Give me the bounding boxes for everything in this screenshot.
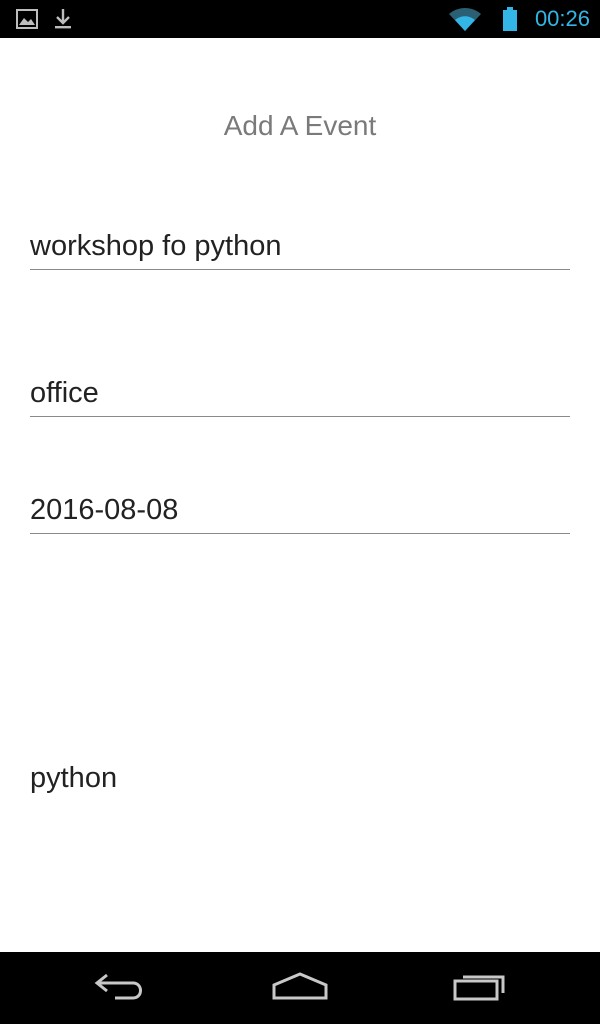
back-icon (93, 971, 147, 1006)
date-field[interactable]: 2016-08-08 (30, 494, 570, 534)
gallery-icon (16, 0, 38, 38)
add-event-screen: Add A Event workshop fo python office 20… (0, 38, 600, 952)
recent-apps-icon (453, 971, 507, 1006)
download-icon (54, 0, 72, 38)
tag-text: python (30, 762, 118, 794)
status-clock: 00:26 (534, 6, 590, 31)
home-icon (272, 971, 328, 1006)
back-button[interactable] (60, 952, 180, 1024)
wifi-icon (448, 0, 482, 38)
event-name-field[interactable]: workshop fo python (30, 230, 570, 270)
navigation-bar (0, 952, 600, 1024)
page-title: Add A Event (223, 110, 377, 141)
status-bar: 00:26 (0, 0, 600, 38)
recent-apps-button[interactable] (420, 952, 540, 1024)
battery-icon (502, 0, 518, 38)
location-field[interactable]: office (30, 377, 570, 417)
home-button[interactable] (240, 952, 360, 1024)
